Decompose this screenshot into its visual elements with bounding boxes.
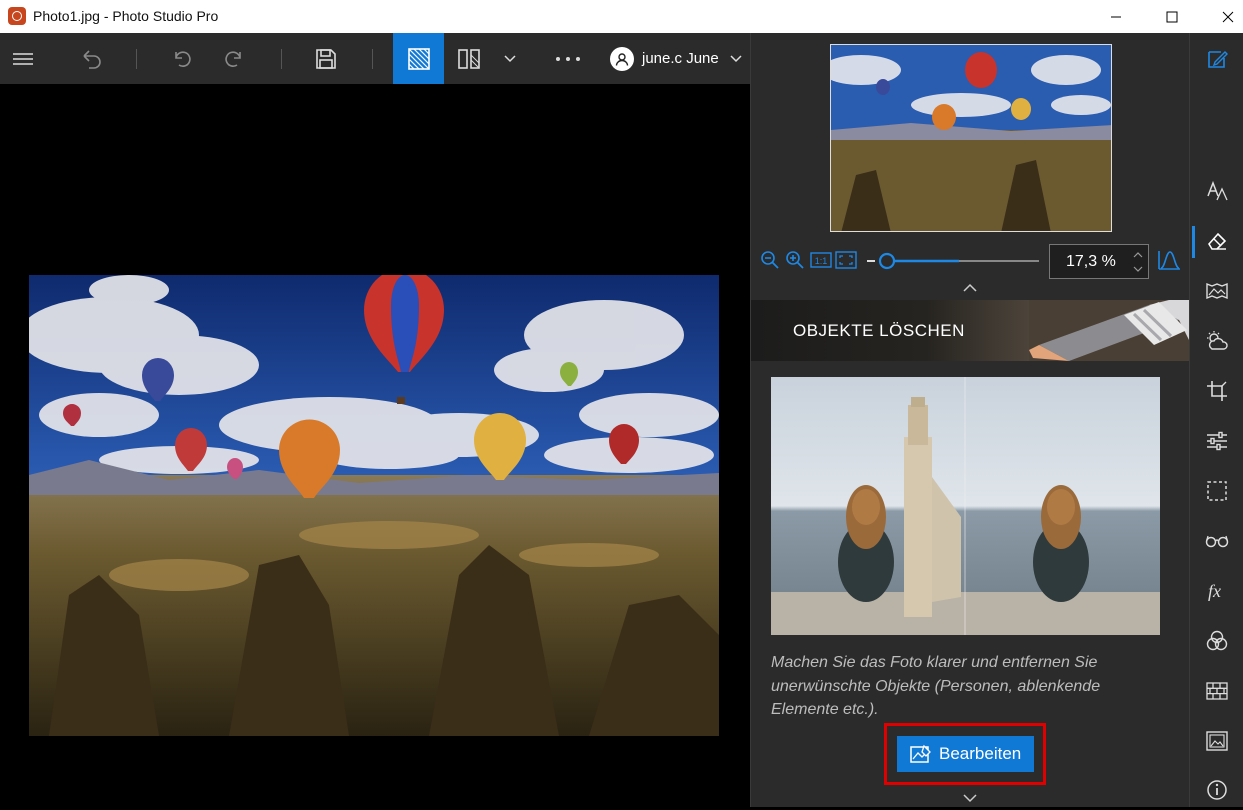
tool-description: Machen Sie das Foto klarer und entfernen… bbox=[771, 654, 1101, 718]
weather-icon bbox=[1207, 331, 1228, 350]
close-icon bbox=[1222, 11, 1234, 22]
zoom-in-icon bbox=[786, 251, 804, 269]
save-button[interactable] bbox=[305, 33, 347, 84]
fit-to-screen-button[interactable] bbox=[835, 249, 857, 271]
navigator-thumbnail[interactable] bbox=[830, 44, 1112, 232]
undo-all-button[interactable] bbox=[70, 33, 112, 84]
zoom-out-icon bbox=[761, 251, 779, 269]
rail-selection-button[interactable] bbox=[1190, 471, 1243, 511]
image-canvas[interactable] bbox=[0, 84, 750, 807]
tool-banner: OBJEKTE LÖSCHEN bbox=[751, 300, 1189, 361]
actual-size-icon: 1:1 bbox=[810, 252, 832, 268]
rail-edit-button[interactable] bbox=[1190, 39, 1243, 79]
main-toolbar: june.c June bbox=[0, 33, 750, 84]
zoom-in-button[interactable] bbox=[784, 249, 806, 271]
crop-icon bbox=[1207, 381, 1227, 401]
more-icon bbox=[556, 56, 580, 61]
maximize-icon bbox=[1166, 11, 1178, 22]
edit-button-label: Bearbeiten bbox=[939, 744, 1022, 763]
window-title: Photo1.jpg - Photo Studio Pro bbox=[33, 8, 219, 24]
image-edit-icon bbox=[910, 744, 931, 763]
zoom-slider-thumb bbox=[878, 252, 896, 270]
svg-text:1:1: 1:1 bbox=[815, 256, 828, 266]
compare-view-button[interactable] bbox=[452, 33, 486, 84]
zoom-slider[interactable] bbox=[863, 251, 1043, 271]
fit-screen-icon bbox=[835, 251, 857, 269]
title-bar: Photo1.jpg - Photo Studio Pro bbox=[0, 0, 1243, 33]
text-icon bbox=[1207, 180, 1228, 201]
zoom-percentage-field[interactable]: 17,3 % bbox=[1049, 244, 1149, 279]
edit-icon bbox=[1208, 51, 1228, 68]
rail-crop-button[interactable] bbox=[1190, 371, 1243, 411]
menu-icon bbox=[12, 52, 33, 65]
spinner-arrows-icon[interactable] bbox=[1133, 251, 1143, 273]
compare-view-icon bbox=[458, 48, 480, 69]
undo-button[interactable] bbox=[162, 33, 202, 84]
chevron-down-icon bbox=[730, 54, 742, 62]
color-circles-icon bbox=[1206, 630, 1228, 651]
right-panel: 1:1 17,3 % OBJEKTE LÖSCHEN Machen Sie da… bbox=[750, 33, 1189, 807]
zoom-controls: 1:1 17,3 % bbox=[751, 243, 1190, 279]
undo-icon bbox=[175, 50, 191, 67]
single-view-icon bbox=[407, 47, 430, 70]
redo-button[interactable] bbox=[214, 33, 254, 84]
collapse-up-icon[interactable] bbox=[962, 283, 978, 293]
save-icon bbox=[316, 48, 336, 69]
user-account-button[interactable]: june.c June bbox=[604, 33, 750, 84]
redo-icon bbox=[225, 50, 241, 67]
edit-button[interactable]: Bearbeiten bbox=[897, 736, 1034, 772]
zoom-value: 17,3 % bbox=[1066, 252, 1116, 270]
actual-size-button[interactable]: 1:1 bbox=[810, 249, 832, 271]
rail-info-button[interactable] bbox=[1190, 770, 1243, 810]
more-button[interactable] bbox=[548, 33, 588, 84]
user-icon bbox=[610, 46, 634, 71]
brick-wall-icon bbox=[1206, 682, 1228, 700]
svg-text:fx: fx bbox=[1208, 581, 1221, 601]
menu-button[interactable] bbox=[0, 33, 45, 84]
main-photo bbox=[29, 275, 719, 736]
rail-landscape-button[interactable] bbox=[1190, 271, 1243, 311]
rail-glasses-button[interactable] bbox=[1190, 521, 1243, 561]
rail-adjust-button[interactable] bbox=[1190, 421, 1243, 461]
user-name: june.c June bbox=[642, 50, 719, 67]
before-after-example-image bbox=[771, 377, 1160, 635]
maximize-button[interactable] bbox=[1149, 0, 1195, 33]
rail-color-button[interactable] bbox=[1190, 621, 1243, 661]
tool-title: OBJEKTE LÖSCHEN bbox=[793, 321, 965, 340]
zoom-out-button[interactable] bbox=[759, 249, 781, 271]
pencil-eraser-illustration bbox=[1029, 300, 1189, 361]
expand-down-icon[interactable] bbox=[962, 793, 978, 803]
eraser-icon bbox=[1208, 232, 1227, 250]
close-button[interactable] bbox=[1205, 0, 1243, 33]
glasses-icon bbox=[1205, 535, 1229, 548]
minimize-button[interactable] bbox=[1093, 0, 1139, 33]
rail-text-button[interactable] bbox=[1190, 171, 1243, 211]
chevron-down-icon bbox=[504, 54, 516, 62]
histogram-icon bbox=[1158, 251, 1180, 270]
info-icon bbox=[1207, 780, 1227, 800]
view-mode-dropdown[interactable] bbox=[496, 33, 524, 84]
rail-texture-button[interactable] bbox=[1190, 671, 1243, 711]
rail-weather-button[interactable] bbox=[1190, 321, 1243, 361]
tool-rail: fx bbox=[1189, 33, 1243, 807]
selection-icon bbox=[1207, 481, 1227, 501]
rail-frame-button[interactable] bbox=[1190, 721, 1243, 761]
single-view-button[interactable] bbox=[393, 33, 444, 84]
sliders-icon bbox=[1207, 431, 1227, 451]
landscape-icon bbox=[1206, 282, 1228, 300]
picture-icon bbox=[1206, 731, 1228, 751]
fx-icon: fx bbox=[1208, 581, 1221, 601]
app-logo-icon bbox=[8, 7, 26, 25]
histogram-button[interactable] bbox=[1156, 249, 1182, 271]
rail-effects-button[interactable]: fx bbox=[1190, 571, 1243, 611]
undo-all-icon bbox=[83, 49, 101, 69]
minimize-icon bbox=[1111, 16, 1121, 17]
rail-eraser-button[interactable] bbox=[1190, 221, 1243, 261]
